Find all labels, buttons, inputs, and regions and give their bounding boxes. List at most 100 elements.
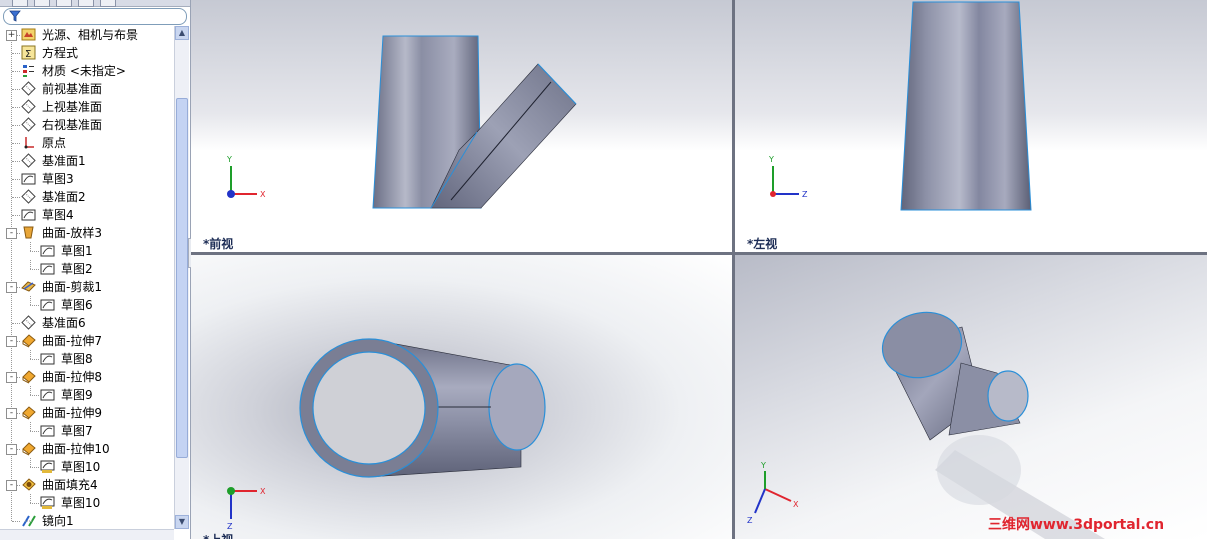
top-view-model: X Z xyxy=(227,338,546,531)
tree-item[interactable]: 基准面6 xyxy=(0,314,174,332)
left-view-model: Z Y xyxy=(768,1,1032,211)
tree-item-label: 基准面2 xyxy=(42,190,86,204)
axis-y-label: Y xyxy=(226,155,232,164)
collapse-icon[interactable]: - xyxy=(6,228,17,239)
viewport-left-label: *左视 xyxy=(747,237,778,251)
tree-item[interactable]: 材质 <未指定> xyxy=(0,62,174,80)
feature-manager-panel: + 光源、相机与布景 Σ 方程式材质 <未指定> 前视基准面上视基准面右视基准面原点基准… xyxy=(0,0,191,540)
tree-item[interactable]: 草图10 xyxy=(0,494,174,512)
axis-y-label: Y xyxy=(760,461,766,470)
tree-item[interactable]: - 曲面填充4 xyxy=(0,476,174,494)
sketch-icon xyxy=(40,263,55,275)
sketch-icon xyxy=(40,299,55,311)
axis-x-label: X xyxy=(260,190,266,199)
tree-item-label: 草图1 xyxy=(61,244,93,258)
scroll-down-icon[interactable]: ▼ xyxy=(175,515,189,529)
viewport-left[interactable]: Z Y *左视 xyxy=(735,0,1207,252)
tree-item[interactable]: - 曲面-拉伸10 xyxy=(0,440,174,458)
tree-item-label: 曲面-拉伸10 xyxy=(42,442,110,456)
dimxpert-tab[interactable] xyxy=(78,0,94,7)
surface-extrude-icon xyxy=(22,406,36,420)
tree-item[interactable]: 前视基准面 xyxy=(0,80,174,98)
tree-item[interactable]: 右视基准面 xyxy=(0,116,174,134)
tree-vertical-scrollbar[interactable]: ▲ ▼ xyxy=(174,26,189,529)
viewport-front[interactable]: X Y *前视 xyxy=(191,0,732,252)
tree-item-label: 右视基准面 xyxy=(42,118,103,132)
plane-icon xyxy=(21,99,36,114)
tree-item[interactable]: 草图7 xyxy=(0,422,174,440)
collapse-icon[interactable]: - xyxy=(6,336,17,347)
surface-loft-icon xyxy=(23,226,34,239)
tree-item-label: 草图4 xyxy=(42,208,74,222)
tree-item[interactable]: 草图1 xyxy=(0,242,174,260)
viewport-isometric[interactable]: X Y Z xyxy=(735,255,1207,539)
tree-item[interactable]: 基准面2 xyxy=(0,188,174,206)
tree-item-label: 基准面6 xyxy=(42,316,86,330)
tree-item-label: 草图10 xyxy=(61,460,101,474)
tree-item-label: 草图10 xyxy=(61,496,101,510)
collapse-icon[interactable]: - xyxy=(6,372,17,383)
scroll-thumb[interactable] xyxy=(176,98,188,458)
tree-item[interactable]: Σ 方程式 xyxy=(0,44,174,62)
feature-tree: + 光源、相机与布景 Σ 方程式材质 <未指定> 前视基准面上视基准面右视基准面原点基准… xyxy=(0,26,174,538)
tree-item[interactable]: 原点 xyxy=(0,134,174,152)
sketch-icon xyxy=(40,353,55,365)
tree-item-label: 上视基准面 xyxy=(42,100,103,114)
watermark: 三维网www.3dportal.cn xyxy=(988,517,1165,533)
tree-item-label: 草图7 xyxy=(61,424,93,438)
tree-item-label: 方程式 xyxy=(42,46,79,60)
plane-icon xyxy=(21,315,36,330)
axis-x-label: X xyxy=(260,487,266,496)
tree-item-label: 基准面1 xyxy=(42,154,86,168)
tree-item[interactable]: 上视基准面 xyxy=(0,98,174,116)
axis-triad-iso xyxy=(754,471,792,514)
tree-item[interactable]: 草图4 xyxy=(0,206,174,224)
axis-z-label: Z xyxy=(747,516,753,525)
collapse-icon[interactable]: - xyxy=(6,444,17,455)
property-manager-tab[interactable] xyxy=(34,0,50,7)
sketch-icon xyxy=(21,173,36,185)
tree-item[interactable]: 基准面1 xyxy=(0,152,174,170)
plane-icon xyxy=(21,81,36,96)
tree-item[interactable]: 草图9 xyxy=(0,386,174,404)
feature-filter-input[interactable] xyxy=(3,8,187,25)
surface-trim-icon xyxy=(21,281,36,292)
collapse-icon[interactable]: - xyxy=(6,282,17,293)
collapse-icon[interactable]: - xyxy=(6,480,17,491)
viewport-top[interactable]: X Z *上视 xyxy=(191,255,732,539)
tree-item-label: 曲面-拉伸8 xyxy=(42,370,102,384)
tree-item[interactable]: + 光源、相机与布景 xyxy=(0,26,174,44)
lights-cameras-scene-icon xyxy=(21,28,36,41)
tree-item[interactable]: - 曲面-拉伸8 xyxy=(0,368,174,386)
configuration-manager-tab[interactable] xyxy=(56,0,72,7)
tree-item[interactable]: - 曲面-放样3 xyxy=(0,224,174,242)
svg-text:Σ: Σ xyxy=(25,49,31,60)
scroll-up-icon[interactable]: ▲ xyxy=(175,26,189,40)
tree-item-label: 前视基准面 xyxy=(42,82,103,96)
tree-item-label: 镜向1 xyxy=(42,514,74,528)
tree-item-label: 曲面填充4 xyxy=(42,478,98,492)
tree-item[interactable]: - 曲面-剪裁1 xyxy=(0,278,174,296)
expand-icon[interactable]: + xyxy=(6,30,17,41)
tree-horizontal-scrollbar[interactable] xyxy=(0,529,174,540)
feature-manager-tab[interactable] xyxy=(12,0,28,7)
sketch-icon xyxy=(40,389,55,401)
plane-icon xyxy=(21,153,36,168)
tree-item[interactable]: 草图10 xyxy=(0,458,174,476)
surface-extrude-icon xyxy=(22,370,36,384)
surface-extrude-icon xyxy=(22,334,36,348)
tree-item[interactable]: 草图3 xyxy=(0,170,174,188)
axis-y-label: Y xyxy=(768,155,774,164)
tree-item-label: 草图2 xyxy=(61,262,93,276)
tree-item[interactable]: 镜向1 xyxy=(0,512,174,530)
display-manager-tab[interactable] xyxy=(100,0,116,7)
tree-item[interactable]: - 曲面-拉伸9 xyxy=(0,404,174,422)
collapse-icon[interactable]: - xyxy=(6,408,17,419)
tree-item[interactable]: 草图2 xyxy=(0,260,174,278)
front-view-model: X Y xyxy=(226,35,577,209)
tree-item[interactable]: 草图6 xyxy=(0,296,174,314)
tree-item[interactable]: - 曲面-拉伸7 xyxy=(0,332,174,350)
viewport-front-label: *前视 xyxy=(203,237,234,251)
tree-item[interactable]: 草图8 xyxy=(0,350,174,368)
surface-fill-icon xyxy=(22,478,36,491)
